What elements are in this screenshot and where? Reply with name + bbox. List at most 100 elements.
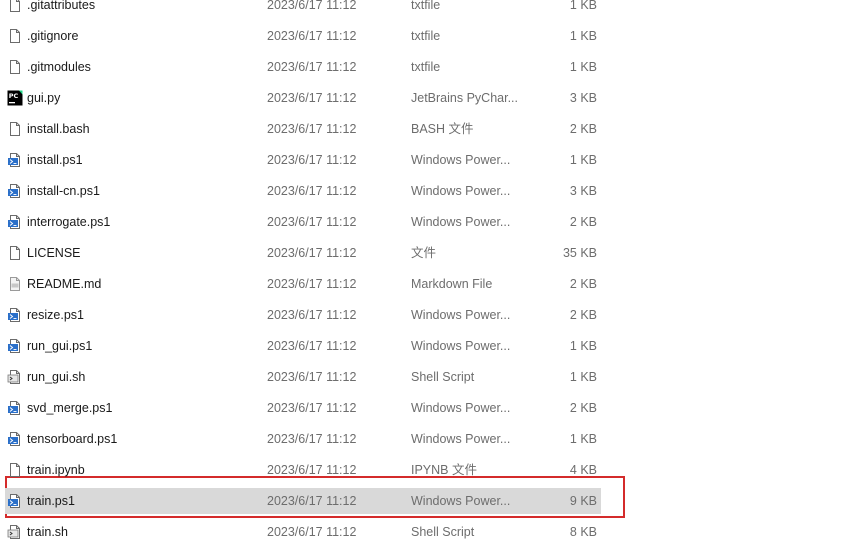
file-type: Markdown File <box>411 277 493 291</box>
file-type: txtfile <box>411 60 441 74</box>
file-list: .gitattributes 2023/6/17 11:12 txtfile 1 KB… <box>0 0 846 539</box>
file-date-modified: 2023/6/17 11:12 <box>267 525 357 539</box>
file-date-modified: 2023/6/17 11:12 <box>267 29 357 43</box>
file-row[interactable]: train.sh 2023/6/17 11:12 Shell Script 8 KB <box>0 518 846 539</box>
file-date-modified: 2023/6/17 11:12 <box>267 215 357 229</box>
file-row[interactable]: resize.ps1 2023/6/17 11:12 Windows Power..… <box>0 301 846 329</box>
file-type: txtfile <box>411 0 441 12</box>
file-name: train.ps1 <box>27 494 75 508</box>
file-type: IPYNB 文件 <box>411 463 477 477</box>
file-size: 2 KB <box>569 122 597 136</box>
file-size: 3 KB <box>569 184 597 198</box>
file-name: install.ps1 <box>27 153 83 167</box>
blank-file-icon <box>7 115 23 143</box>
file-name: .gitattributes <box>27 0 96 12</box>
file-date-modified: 2023/6/17 11:12 <box>267 184 357 198</box>
file-row[interactable]: install.bash 2023/6/17 11:12 BASH 文件 2 KB <box>0 115 846 143</box>
powershell-file-icon <box>7 332 23 360</box>
file-date-modified: 2023/6/17 11:12 <box>267 463 357 477</box>
file-size: 1 KB <box>569 370 597 384</box>
file-name: .gitmodules <box>27 60 91 74</box>
file-name: resize.ps1 <box>27 308 84 322</box>
file-type: Shell Script <box>411 370 475 384</box>
file-name: train.sh <box>27 525 68 539</box>
file-size: 4 KB <box>569 463 597 477</box>
file-row[interactable]: train.ps1 2023/6/17 11:12 Windows Power...… <box>0 487 846 515</box>
file-size: 2 KB <box>569 215 597 229</box>
file-name: interrogate.ps1 <box>27 215 111 229</box>
file-row[interactable]: run_gui.ps1 2023/6/17 11:12 Windows Power.… <box>0 332 846 360</box>
file-date-modified: 2023/6/17 11:12 <box>267 153 357 167</box>
file-type: Windows Power... <box>411 432 511 446</box>
file-date-modified: 2023/6/17 11:12 <box>267 432 357 446</box>
file-date-modified: 2023/6/17 11:12 <box>267 339 357 353</box>
file-size: 1 KB <box>569 432 597 446</box>
file-row[interactable]: LICENSE 2023/6/17 11:12 文件 35 KB <box>0 239 846 267</box>
file-size: 2 KB <box>569 401 597 415</box>
file-type: txtfile <box>411 29 441 43</box>
file-name: install-cn.ps1 <box>27 184 100 198</box>
file-type: BASH 文件 <box>411 122 474 136</box>
file-row[interactable]: install-cn.ps1 2023/6/17 11:12 Windows Pow… <box>0 177 846 205</box>
file-name: .gitignore <box>27 29 79 43</box>
file-row[interactable]: .gitmodules 2023/6/17 11:12 txtfile 1 KB <box>0 53 846 81</box>
shell-script-icon <box>7 363 23 391</box>
file-row[interactable]: interrogate.ps1 2023/6/17 11:12 Windows Po… <box>0 208 846 236</box>
file-row[interactable]: install.ps1 2023/6/17 11:12 Windows Power.… <box>0 146 846 174</box>
file-name: svd_merge.ps1 <box>27 401 113 415</box>
file-type: Windows Power... <box>411 308 511 322</box>
file-size: 9 KB <box>569 494 597 508</box>
file-type: 文件 <box>411 246 437 260</box>
blank-file-icon <box>7 239 23 267</box>
file-row[interactable]: svd_merge.ps1 2023/6/17 11:12 Windows Powe… <box>0 394 846 422</box>
file-row[interactable]: .gitattributes 2023/6/17 11:12 txtfile 1 KB <box>0 0 846 19</box>
file-date-modified: 2023/6/17 11:12 <box>267 308 357 322</box>
file-row[interactable]: run_gui.sh 2023/6/17 11:12 Shell Script 1 K… <box>0 363 846 391</box>
file-name: tensorboard.ps1 <box>27 432 118 446</box>
blank-file-icon <box>7 53 23 81</box>
file-row[interactable]: tensorboard.ps1 2023/6/17 11:12 Windows Po… <box>0 425 846 453</box>
file-type: Windows Power... <box>411 153 511 167</box>
powershell-file-icon <box>7 394 23 422</box>
markdown-file-icon <box>7 270 23 298</box>
file-date-modified: 2023/6/17 11:12 <box>267 60 357 74</box>
file-size: 3 KB <box>569 91 597 105</box>
file-size: 1 KB <box>569 60 597 74</box>
svg-text:PC: PC <box>9 92 19 100</box>
file-date-modified: 2023/6/17 11:12 <box>267 246 357 260</box>
file-name: LICENSE <box>27 246 81 260</box>
file-row[interactable]: .gitignore 2023/6/17 11:12 txtfile 1 KB <box>0 22 846 50</box>
file-date-modified: 2023/6/17 11:12 <box>267 91 357 105</box>
powershell-file-icon <box>7 487 23 515</box>
file-type: Shell Script <box>411 525 475 539</box>
powershell-file-icon <box>7 146 23 174</box>
file-size: 1 KB <box>569 29 597 43</box>
file-size: 1 KB <box>569 0 597 12</box>
file-size: 2 KB <box>569 277 597 291</box>
file-type: Windows Power... <box>411 215 511 229</box>
file-type: Windows Power... <box>411 401 511 415</box>
file-name: install.bash <box>27 122 90 136</box>
powershell-file-icon <box>7 177 23 205</box>
powershell-file-icon <box>7 208 23 236</box>
file-row[interactable]: PC gui.py 2023/6/17 11:12 JetBrains PyChar.… <box>0 84 846 112</box>
blank-file-icon <box>7 456 23 484</box>
shell-script-icon <box>7 518 23 539</box>
powershell-file-icon <box>7 301 23 329</box>
file-type: Windows Power... <box>411 339 511 353</box>
file-date-modified: 2023/6/17 11:12 <box>267 122 357 136</box>
file-size: 2 KB <box>569 308 597 322</box>
blank-file-icon <box>7 0 23 19</box>
file-date-modified: 2023/6/17 11:12 <box>267 494 357 508</box>
file-name: gui.py <box>27 91 61 105</box>
file-row[interactable]: train.ipynb 2023/6/17 11:12 IPYNB 文件 4 KB <box>0 456 846 484</box>
file-type: Windows Power... <box>411 494 511 508</box>
file-size: 8 KB <box>569 525 597 539</box>
file-type: Windows Power... <box>411 184 511 198</box>
file-date-modified: 2023/6/17 11:12 <box>267 401 357 415</box>
powershell-file-icon <box>7 425 23 453</box>
file-name: run_gui.ps1 <box>27 339 93 353</box>
pycharm-icon: PC <box>7 84 23 112</box>
file-name: run_gui.sh <box>27 370 86 384</box>
file-row[interactable]: README.md 2023/6/17 11:12 Markdown File 2 K… <box>0 270 846 298</box>
